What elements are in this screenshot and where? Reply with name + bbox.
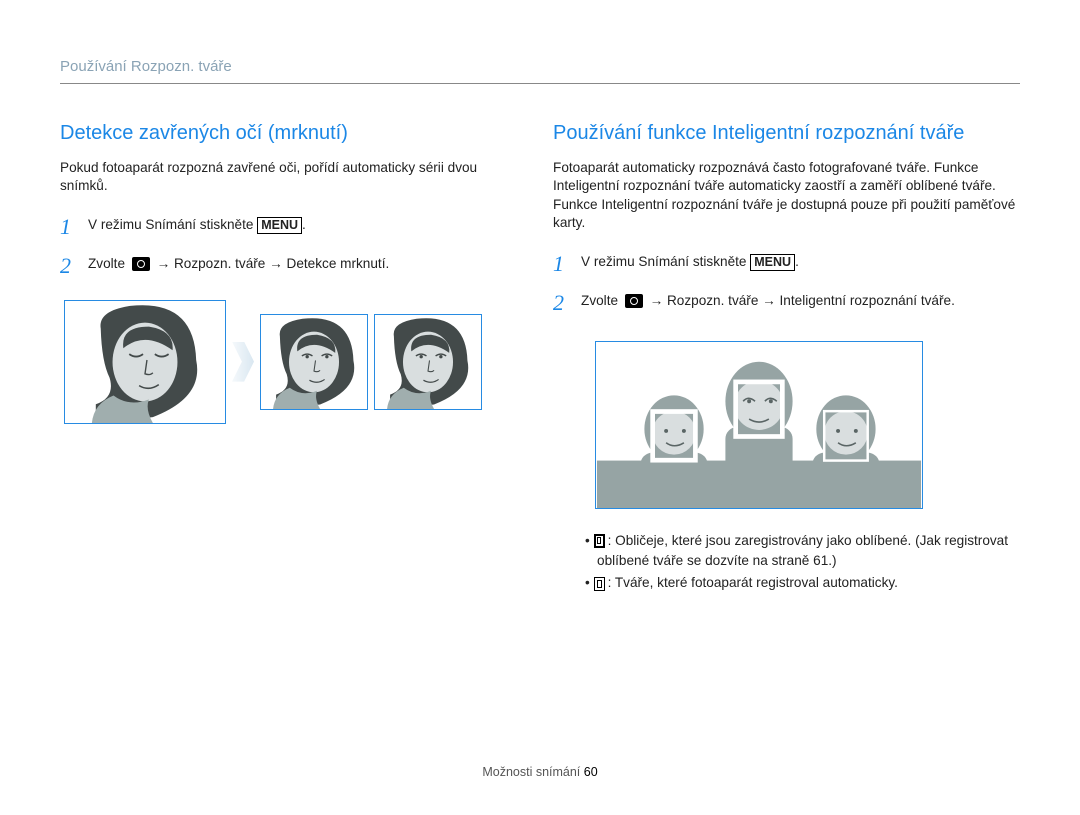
smart-heading: Používání funkce Inteligentní rozpoznání… — [553, 122, 1020, 145]
camera-icon — [132, 257, 150, 271]
blink-intro: Pokud fotoaparát rozpozná zavřené oči, p… — [60, 159, 509, 196]
step-text-b: . — [951, 293, 955, 308]
face-frame-small-1 — [260, 314, 368, 410]
blink-heading: Detekce zavřených očí (mrknutí) — [60, 122, 509, 145]
chevron-right-icon — [232, 342, 254, 382]
favorite-rect-icon — [594, 534, 605, 548]
face-svg — [65, 301, 225, 423]
step-text-a: Zvolte — [88, 256, 129, 271]
step-number: 1 — [553, 249, 581, 280]
right-step-1: 1 V režimu Snímání stiskněte MENU. — [553, 249, 1020, 280]
page: Používání Rozpozn. tváře Detekce zavřený… — [0, 0, 1080, 596]
legend-item-auto: : Tváře, které fotoaparát registroval au… — [597, 573, 1020, 593]
smart-intro: Fotoaparát automaticky rozpoznává často … — [553, 159, 1020, 233]
step-text-a: V režimu Snímání stiskněte — [581, 254, 750, 269]
auto-rect-icon — [594, 577, 605, 591]
face-frame-small-2 — [374, 314, 482, 410]
group-illustration — [595, 341, 923, 509]
right-step-2: 2 Zvolte → Rozpozn. tváře → Inteligentní… — [553, 288, 1020, 319]
group-svg — [596, 342, 922, 508]
right-column: Používání funkce Inteligentní rozpoznání… — [553, 122, 1020, 596]
left-step-2: 2 Zvolte → Rozpozn. tváře → Detekce mrkn… — [60, 251, 509, 282]
legend-text-1: : Obličeje, které jsou zaregistrovány ja… — [597, 533, 1008, 568]
footer-page-number: 60 — [584, 765, 598, 779]
step-number: 2 — [60, 251, 88, 282]
legend-text-2: : Tváře, které fotoaparát registroval au… — [608, 575, 898, 590]
divider — [60, 83, 1020, 84]
left-column: Detekce zavřených očí (mrknutí) Pokud fo… — [60, 122, 509, 596]
left-step-1: 1 V režimu Snímání stiskněte MENU. — [60, 212, 509, 243]
step-number: 2 — [553, 288, 581, 319]
face-frame-large — [64, 300, 226, 424]
step-text-a: V režimu Snímání stiskněte — [88, 217, 257, 232]
menu-key-icon: MENU — [257, 217, 302, 234]
step-text-b: . — [795, 254, 799, 269]
camera-icon — [625, 294, 643, 308]
footer-section: Možnosti snímání — [482, 765, 583, 779]
step-text-mid: → Rozpozn. tváře → Inteligentní rozpozná… — [646, 293, 951, 308]
step-text-b: . — [302, 217, 306, 232]
step-text-mid: → Rozpozn. tváře → Detekce mrknutí — [153, 256, 386, 271]
legend-list: : Obličeje, které jsou zaregistrovány ja… — [553, 531, 1020, 594]
footer: Možnosti snímání 60 — [0, 764, 1080, 779]
menu-key-icon: MENU — [750, 254, 795, 271]
blink-illustration — [64, 300, 509, 424]
legend-item-favorite: : Obličeje, které jsou zaregistrovány ja… — [597, 531, 1020, 572]
step-text-b: . — [385, 256, 389, 271]
step-text-a: Zvolte — [581, 293, 622, 308]
step-number: 1 — [60, 212, 88, 243]
running-header: Používání Rozpozn. tváře — [60, 58, 1020, 75]
content-columns: Detekce zavřených očí (mrknutí) Pokud fo… — [60, 122, 1020, 596]
